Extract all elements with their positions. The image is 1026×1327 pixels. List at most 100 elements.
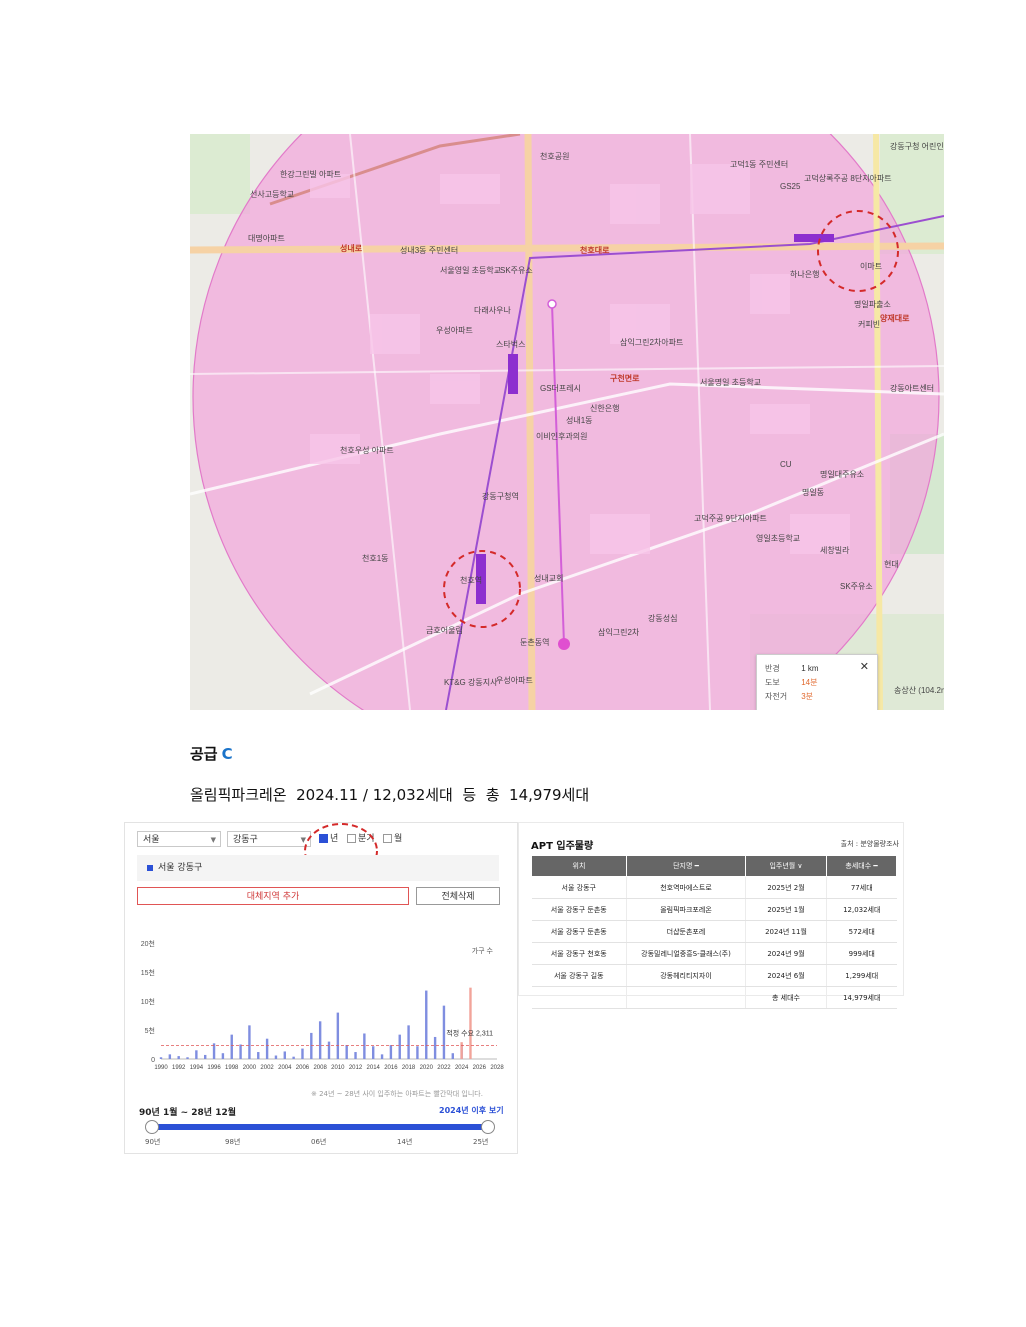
chart-bar — [416, 1046, 419, 1059]
x-tick-label: 2016 — [384, 1065, 398, 1071]
column-header-complex[interactable]: 단지명 ━ — [626, 855, 746, 877]
x-tick-label: 1996 — [207, 1065, 221, 1071]
map-label: CU — [780, 460, 792, 469]
y-tick-label: 20천 — [141, 939, 155, 948]
table-cell: 강동밀레니얼중흥S-클래스(주) — [626, 942, 746, 965]
table-cell: 서울 강동구 둔촌동 — [531, 920, 627, 943]
table-cell: 999세대 — [826, 942, 897, 965]
map-label: 명일동 — [802, 488, 825, 497]
table-cell: 올림픽파크포레온 — [626, 898, 746, 921]
view-after-2024-link[interactable]: 2024년 이후 보기 — [439, 1105, 504, 1116]
table-cell: 더샵둔촌포레 — [626, 920, 746, 943]
bike-label: 자전거 — [765, 692, 788, 701]
table-cell: 1,299세대 — [826, 964, 897, 987]
map-label: 우성아파트 — [496, 676, 533, 685]
chart-note: ※ 24년 ~ 28년 사이 입주하는 아파트는 빨간막대 입니다. — [311, 1090, 483, 1098]
radius-label: 반경 — [765, 664, 780, 673]
chart-bar — [380, 1054, 384, 1059]
x-tick-label: 2028 — [490, 1065, 504, 1071]
range-slider-start-handle[interactable] — [145, 1120, 159, 1134]
y-tick-label: 15천 — [141, 968, 155, 977]
x-tick-label: 2000 — [243, 1065, 257, 1071]
chart-bar — [274, 1055, 278, 1059]
map-label: 성내3동 주민센터 — [400, 246, 459, 255]
table-cell: 2025년 2월 — [745, 876, 827, 899]
y-tick-label: 5천 — [145, 1026, 155, 1035]
x-tick-label: 2020 — [420, 1065, 434, 1071]
chart-bar — [363, 1033, 366, 1059]
total-label: 총 세대수 — [745, 986, 827, 1009]
city-select[interactable]: 서울 ▼ — [137, 831, 221, 847]
chart-bar — [433, 1036, 437, 1059]
map-view[interactable]: 강동구청 어린인원실 고덕1동 주민센터 고덕상록주공 8단지아파트 GS25 … — [190, 134, 944, 710]
supply-heading: 공급 C — [190, 743, 233, 764]
supply-summary: 올림픽파크레온 2024.11 / 12,032세대 등 총 14,979세대 — [190, 786, 590, 804]
x-tick-label: 2022 — [437, 1065, 451, 1071]
map-label: 이마트 — [860, 262, 883, 271]
x-tick-label: 1992 — [172, 1065, 186, 1071]
district-select[interactable]: 강동구 ▼ — [227, 831, 311, 847]
chart-bar — [159, 1057, 163, 1059]
map-label: 송상산 (104.2m) — [894, 686, 944, 695]
reference-line-label: 적정 수요 2,311 — [446, 1029, 493, 1038]
close-icon[interactable]: ✕ — [860, 660, 869, 673]
panel-title: APT 입주물량 — [531, 841, 594, 852]
chart-bar — [186, 1057, 189, 1059]
map-label: 선사고등학교 — [250, 190, 295, 199]
column-header-units[interactable]: 총세대수 ━ — [826, 855, 897, 877]
map-label: 성내1동 — [566, 416, 593, 425]
table-cell: 강동헤리티지자이 — [626, 964, 746, 987]
range-slider-end-handle[interactable] — [481, 1120, 495, 1134]
chart-bar — [248, 1025, 251, 1059]
table-cell — [531, 986, 627, 1009]
x-tick-label: 2024 — [455, 1065, 469, 1071]
map-label: 강동아트센터 — [890, 384, 935, 393]
x-tick-label: 1990 — [154, 1065, 168, 1071]
chart-bar — [318, 1021, 322, 1059]
map-label: 커피빈 — [858, 320, 881, 329]
chart-bar — [425, 990, 428, 1059]
map-label: 하나은행 — [790, 270, 820, 279]
range-slider-track[interactable] — [151, 1124, 487, 1130]
x-tick-label: 2008 — [313, 1065, 327, 1071]
table-row: 서울 강동구 천호역마에스트로 2025년 2월 77세대 — [531, 876, 897, 899]
chart-bar — [257, 1052, 260, 1059]
selected-region-item[interactable]: 서울 강동구 — [137, 855, 499, 881]
column-header-location[interactable]: 위치 — [531, 855, 627, 877]
chart-bar — [204, 1054, 207, 1059]
map-label: 삼익그린2차아파트 — [620, 338, 684, 347]
map-label: 서울영일 초등학교 — [440, 266, 502, 275]
x-tick-label: 2026 — [473, 1065, 487, 1071]
x-tick-label: 2006 — [296, 1065, 310, 1071]
y-tick-label: 10천 — [141, 997, 155, 1006]
map-label: 고덕상록주공 8단지아파트 — [804, 174, 892, 183]
supply-heading-tag: C — [221, 745, 233, 763]
chart-bar — [327, 1041, 331, 1059]
supply-chart-panel: 서울 ▼ 강동구 ▼ 년 분기 월 서울 강동구 대체지역 추가 전체삭제 05… — [124, 822, 518, 1154]
map-label: 강동구청 어린인원실 — [890, 142, 944, 151]
map-label: 다래사우나 — [474, 306, 511, 315]
apt-supply-table-panel: APT 입주물량 출처 : 분양물량조사 위치 단지명 ━ 입주년월 ∨ 총세대… — [518, 822, 904, 1009]
chart-bar — [283, 1051, 286, 1059]
map-label: 금호어울림 — [426, 626, 463, 635]
map-label: 스타벅스 — [496, 340, 526, 349]
map-label: GS25 — [780, 182, 801, 191]
delete-all-button[interactable]: 전체삭제 — [416, 887, 500, 905]
period-month-option[interactable]: 월 — [383, 833, 402, 845]
table-row: 서울 강동구 천호동 강동밀레니얼중흥S-클래스(주) 2024년 9월 999… — [531, 942, 897, 965]
map-label: GS더프레시 — [540, 384, 581, 393]
map-label: 천호공원 — [540, 152, 570, 161]
radius-value: 1 km — [801, 664, 819, 673]
chart-bar — [451, 1053, 454, 1059]
table-cell: 서울 강동구 길동 — [531, 964, 627, 987]
column-header-move-in[interactable]: 입주년월 ∨ — [745, 855, 827, 877]
map-label: 신한은행 — [590, 404, 620, 413]
table-cell: 2024년 9월 — [745, 942, 827, 965]
map-label: 천호1동 — [362, 554, 389, 563]
table-cell: 서울 강동구 천호동 — [531, 942, 627, 965]
map-label: 둔촌동역 — [520, 638, 550, 647]
table-row: 서울 강동구 둔촌동 더샵둔촌포레 2024년 11월 572세대 — [531, 920, 897, 943]
legend-square-icon — [147, 864, 153, 871]
x-tick-label: 1994 — [190, 1065, 204, 1071]
add-region-button[interactable]: 대체지역 추가 — [137, 887, 409, 905]
